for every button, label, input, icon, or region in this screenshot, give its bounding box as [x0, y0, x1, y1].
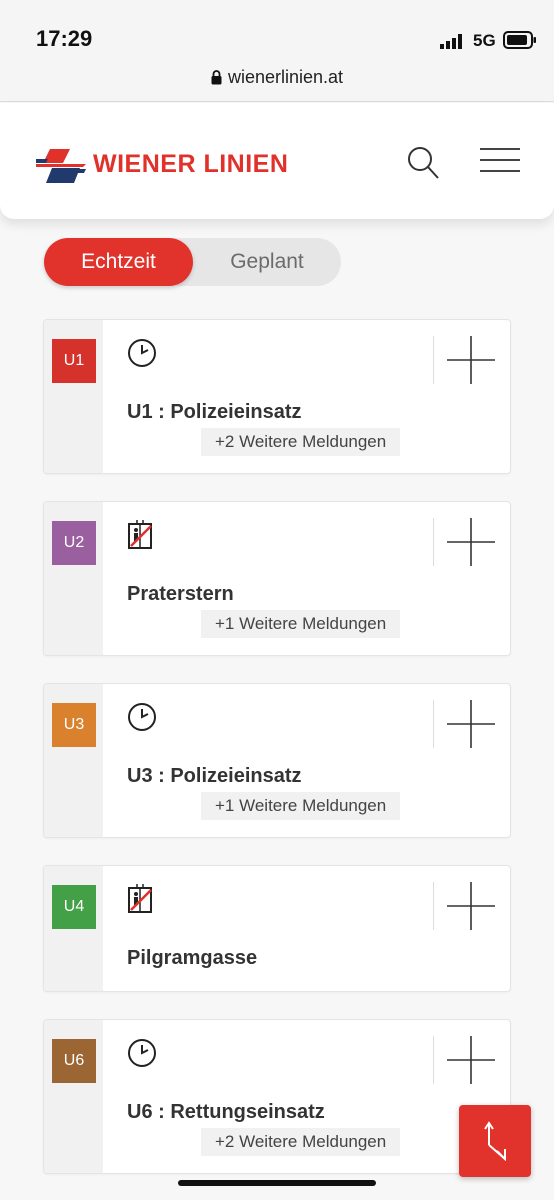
- clock-icon: [128, 703, 156, 731]
- card-divider: [433, 882, 434, 930]
- expand-plus-icon[interactable]: [447, 700, 495, 748]
- status-bar: 17:29 5G wienerlinien.at: [0, 0, 554, 102]
- card-divider: [433, 518, 434, 566]
- brand-name[interactable]: WIENER LINIEN: [93, 150, 288, 179]
- menu-button[interactable]: [480, 148, 520, 178]
- disruption-title: U6 : Rettungseinsatz: [127, 1101, 325, 1123]
- card-divider: [433, 700, 434, 748]
- hamburger-line: [480, 159, 520, 161]
- more-messages-link[interactable]: +2 Weitere Meldungen: [201, 428, 401, 456]
- card-divider: [433, 1036, 434, 1084]
- elevator-out-of-service-icon: [128, 884, 152, 913]
- route-arrow-icon: [484, 1121, 506, 1161]
- battery-icon: [503, 31, 536, 49]
- url-text: wienerlinien.at: [227, 67, 344, 87]
- disruption-card[interactable]: U3 U3 : Polizeieinsatz +1 Weitere Meldun…: [43, 683, 511, 838]
- disruption-card[interactable]: U1 U1 : Polizeieinsatz +2 Weitere Meldun…: [43, 319, 511, 474]
- expand-plus-icon[interactable]: [447, 518, 495, 566]
- disruption-title: U1 : Polizeieinsatz: [127, 401, 302, 423]
- tab-echtzeit[interactable]: Echtzeit: [44, 238, 193, 286]
- more-messages-link[interactable]: +1 Weitere Meldungen: [201, 792, 401, 820]
- route-planner-button[interactable]: [459, 1105, 531, 1177]
- clock-icon: [128, 1039, 156, 1067]
- disruption-title: U3 : Polizeieinsatz: [127, 765, 302, 787]
- home-indicator: [178, 1180, 376, 1186]
- tab-geplant[interactable]: Geplant: [193, 238, 341, 286]
- disruption-title: Pilgramgasse: [127, 947, 258, 969]
- address-bar[interactable]: wienerlinien.at: [0, 67, 554, 88]
- hamburger-line: [480, 170, 520, 172]
- line-badge: U6: [52, 1039, 96, 1083]
- more-messages-link[interactable]: +2 Weitere Meldungen: [201, 1128, 401, 1156]
- wiener-linien-logo-icon[interactable]: [36, 149, 86, 183]
- card-divider: [433, 336, 434, 384]
- view-toggle: Echtzeit Geplant: [44, 238, 341, 286]
- more-messages-link[interactable]: +1 Weitere Meldungen: [201, 610, 401, 638]
- lock-icon: [211, 70, 222, 85]
- network-type: 5G: [473, 31, 496, 50]
- search-icon: [408, 147, 439, 179]
- line-badge: U2: [52, 521, 96, 565]
- disruption-card[interactable]: U4 Pilgramgasse: [43, 865, 511, 992]
- cellular-signal-icon: [440, 34, 462, 49]
- expand-plus-icon[interactable]: [447, 1036, 495, 1084]
- disruption-title: Praterstern: [127, 583, 234, 605]
- disruption-card[interactable]: U6 U6 : Rettungseinsatz +2 Weitere Meldu…: [43, 1019, 511, 1174]
- hamburger-line: [480, 148, 520, 150]
- site-header: WIENER LINIEN: [0, 103, 554, 219]
- clock-icon: [128, 339, 156, 367]
- status-time: 17:29: [36, 26, 93, 51]
- elevator-out-of-service-icon: [128, 520, 152, 549]
- line-badge: U4: [52, 885, 96, 929]
- line-badge: U1: [52, 339, 96, 383]
- expand-plus-icon[interactable]: [447, 882, 495, 930]
- line-badge: U3: [52, 703, 96, 747]
- expand-plus-icon[interactable]: [447, 336, 495, 384]
- search-button[interactable]: [405, 143, 441, 183]
- disruption-card[interactable]: U2 Praterstern +1 Weitere Meldungen: [43, 501, 511, 656]
